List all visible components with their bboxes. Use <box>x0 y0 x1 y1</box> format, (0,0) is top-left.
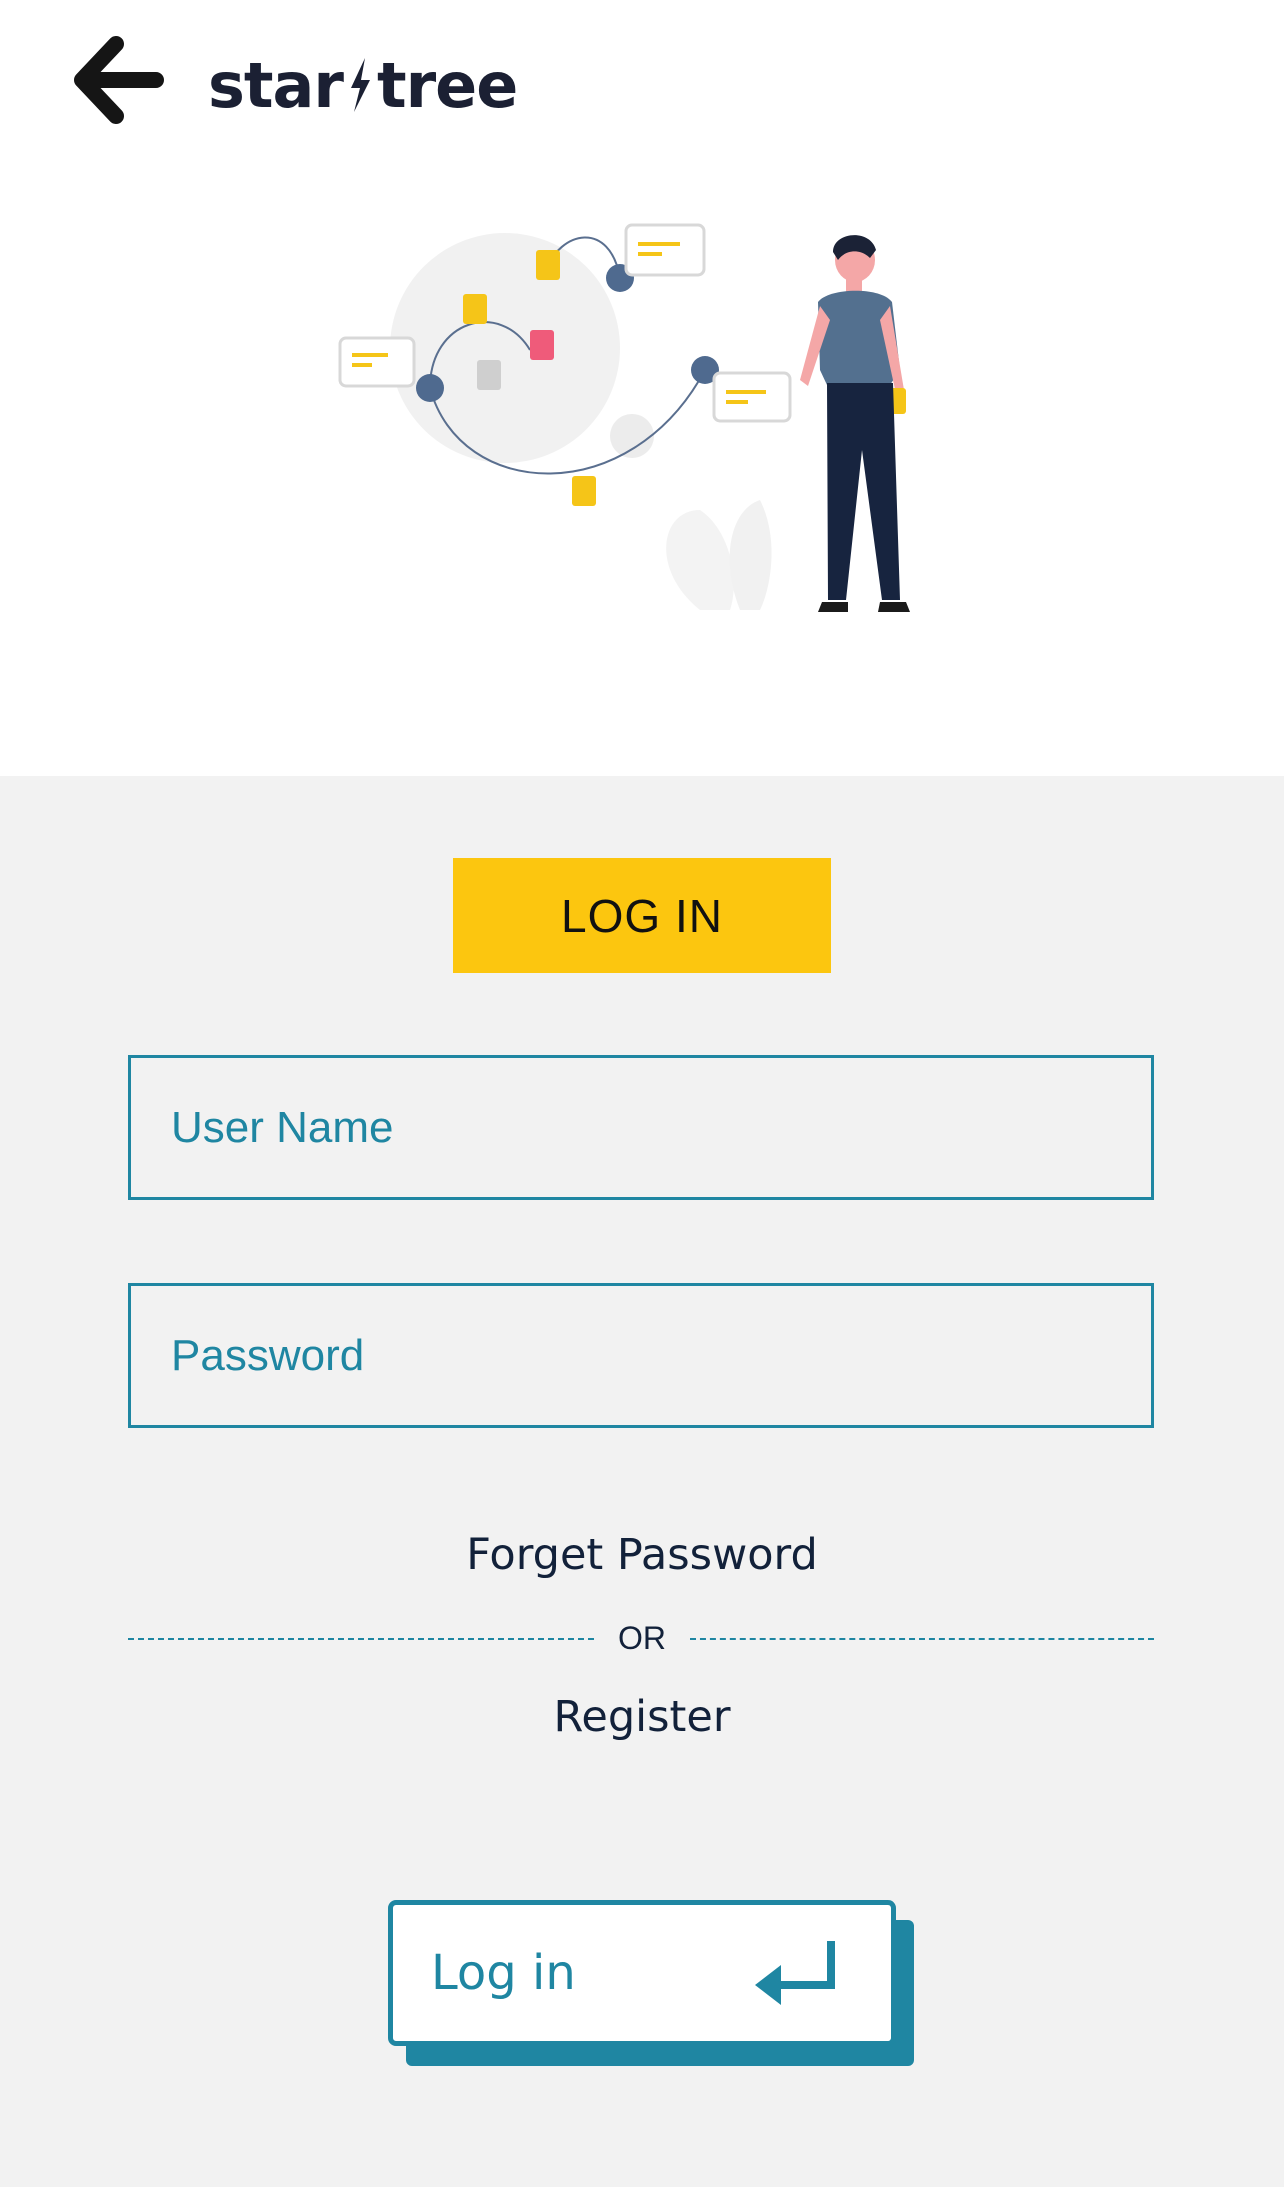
forget-password-row: Forget Password <box>0 1530 1284 1580</box>
hero-illustration <box>330 210 950 630</box>
login-tab[interactable]: LOG IN <box>453 858 831 973</box>
password-input[interactable] <box>128 1283 1154 1428</box>
header: star tree <box>0 0 1284 170</box>
enter-return-icon <box>755 1941 835 2005</box>
divider-right <box>690 1638 1154 1640</box>
person-with-documents-illustration <box>338 223 910 612</box>
forget-password-link[interactable]: Forget Password <box>466 1530 818 1580</box>
login-button-label: Log in <box>431 1945 576 2001</box>
starttree-logo: star tree <box>208 40 518 130</box>
logo-text-tree: tree <box>376 48 518 122</box>
logo-text-star: star <box>208 48 344 122</box>
divider-left <box>128 1638 594 1640</box>
login-submit-button[interactable]: Log in <box>388 1900 896 2046</box>
register-row: Register <box>0 1692 1284 1742</box>
lightning-bolt-icon <box>350 58 370 112</box>
username-input[interactable] <box>128 1055 1154 1200</box>
register-link[interactable]: Register <box>553 1692 730 1742</box>
back-button[interactable] <box>74 36 164 126</box>
or-separator: OR <box>618 1620 666 1656</box>
arrow-left-icon <box>74 36 164 124</box>
